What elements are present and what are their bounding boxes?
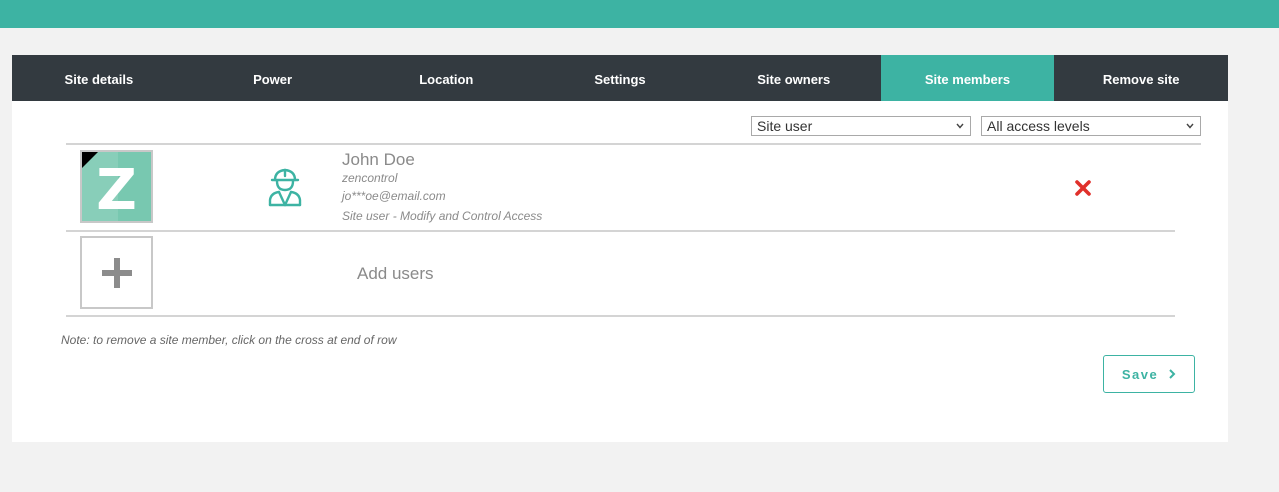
- tab-settings[interactable]: Settings: [533, 55, 707, 101]
- site-panel: Site details Power Location Settings Sit…: [12, 55, 1228, 442]
- member-email: jo***oe@email.com: [342, 189, 446, 203]
- avatar-letter: Z: [96, 158, 137, 223]
- role-filter-value: Site user: [757, 118, 813, 134]
- divider: [66, 315, 1175, 317]
- divider: [66, 143, 1201, 145]
- save-label: Save: [1121, 366, 1159, 382]
- chevron-down-icon: [1186, 123, 1194, 129]
- add-users-label[interactable]: Add users: [357, 264, 434, 284]
- top-bar: [0, 0, 1279, 28]
- tab-site-owners[interactable]: Site owners: [707, 55, 881, 101]
- worker-icon: [268, 168, 302, 207]
- chevron-down-icon: [956, 123, 964, 129]
- tab-bar: Site details Power Location Settings Sit…: [12, 55, 1228, 101]
- member-access: Site user - Modify and Control Access: [342, 209, 543, 223]
- tab-site-details[interactable]: Site details: [12, 55, 186, 101]
- chevron-right-icon: [1169, 369, 1176, 379]
- avatar: Z: [80, 150, 153, 223]
- access-filter-select[interactable]: All access levels: [981, 116, 1201, 136]
- save-button[interactable]: Save: [1103, 355, 1195, 393]
- member-organisation: zencontrol: [342, 171, 398, 185]
- add-users-button[interactable]: [80, 236, 153, 309]
- divider: [66, 230, 1175, 232]
- role-filter-select[interactable]: Site user: [751, 116, 971, 136]
- tab-power[interactable]: Power: [186, 55, 360, 101]
- remove-member-icon[interactable]: [1075, 180, 1091, 196]
- removal-note: Note: to remove a site member, click on …: [61, 333, 397, 347]
- access-filter-value: All access levels: [987, 118, 1090, 134]
- tab-site-members[interactable]: Site members: [880, 55, 1055, 101]
- tab-location[interactable]: Location: [359, 55, 533, 101]
- tab-remove-site[interactable]: Remove site: [1054, 55, 1228, 101]
- member-name: John Doe: [342, 150, 415, 169]
